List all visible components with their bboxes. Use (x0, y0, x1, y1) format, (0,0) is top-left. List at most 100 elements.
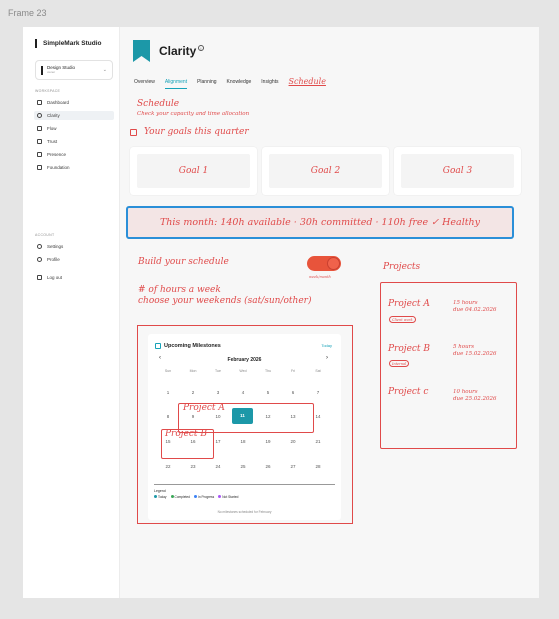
legend-item-label: Today (158, 495, 167, 499)
calendar-day[interactable]: 26 (258, 464, 278, 469)
calendar-day[interactable]: 19 (258, 439, 278, 444)
sidebar-item-label: Trust (47, 139, 58, 144)
flow-icon (37, 126, 42, 131)
project-name[interactable]: Project A (388, 299, 430, 309)
project-name[interactable]: Project c (388, 387, 428, 397)
project-detail: 5 hours due 15.02.2026 (453, 344, 497, 358)
info-icon[interactable]: i (198, 45, 204, 51)
calendar-day[interactable]: 25 (233, 464, 253, 469)
calendar-day[interactable]: 24 (208, 464, 228, 469)
calendar-day[interactable]: 20 (283, 439, 303, 444)
gear-icon (37, 244, 42, 249)
tab-bar: Overview Alignment Planning Knowledge In… (134, 77, 326, 89)
workspace-role: owner (47, 70, 56, 74)
calendar-day[interactable]: 27 (283, 464, 303, 469)
calendar-title: Upcoming Milestones (164, 343, 221, 349)
goal-card[interactable]: Goal 3 (394, 147, 521, 195)
sidebar-item-flow[interactable]: Flow (34, 124, 114, 133)
schedule-subtitle: Check your capacity and time allocation (137, 111, 250, 117)
tab-knowledge[interactable]: Knowledge (227, 79, 252, 89)
sidebar-item-logout[interactable]: Log out (34, 273, 114, 282)
project-b-range-label: Project B (165, 429, 208, 439)
today-link[interactable]: Today (321, 343, 332, 348)
legend-label: Legend (154, 489, 166, 493)
calendar-day[interactable]: 3 (208, 390, 228, 395)
week-month-toggle[interactable] (307, 256, 341, 271)
weekday-header: Mon (189, 369, 197, 373)
legend-item: Today (154, 495, 167, 499)
calendar-day[interactable]: 18 (233, 439, 253, 444)
sidebar-item-label: Presence (47, 152, 67, 157)
sidebar: SimpleMark Studio Design Studio owner ⌄ … (23, 27, 120, 598)
project-due: due 04.02.2026 (453, 307, 497, 313)
workspace-section-label: WORKSPACE (35, 89, 61, 93)
grid-icon (37, 100, 42, 105)
legend-item-label: Completed (174, 495, 190, 499)
weekday-header: Thu (264, 369, 272, 373)
frame-label: Frame 23 (8, 8, 47, 18)
calendar-month: February 2026 (227, 357, 262, 363)
project-name[interactable]: Project B (388, 344, 430, 354)
tab-schedule[interactable]: Schedule (289, 77, 326, 89)
brand-name: SimpleMark Studio (43, 40, 102, 47)
weekday-header: Tue (215, 369, 221, 373)
calendar-day[interactable]: 4 (233, 390, 253, 395)
project-detail: 10 hours due 25.02.2026 (453, 389, 497, 403)
calendar-day[interactable]: 2 (183, 390, 203, 395)
project-tag: Internal (389, 360, 410, 367)
calendar-day[interactable]: 7 (308, 390, 328, 395)
goal-card[interactable]: Goal 2 (262, 147, 389, 195)
goal-card[interactable]: Goal 1 (130, 147, 257, 195)
sidebar-item-label: Log out (47, 275, 63, 280)
clarity-logo-icon (133, 40, 150, 62)
weekend-choice-label: choose your weekends (sat/sun/other) (138, 296, 312, 306)
sidebar-item-dashboard[interactable]: Dashboard (34, 98, 114, 107)
calendar-day[interactable]: 6 (283, 390, 303, 395)
chevron-right-icon[interactable]: › (326, 355, 328, 361)
legend-divider (154, 484, 335, 485)
goal-label: Goal 3 (401, 154, 514, 188)
legend-dot-icon (193, 495, 197, 498)
calendar-icon (155, 343, 161, 349)
tab-alignment[interactable]: Alignment (164, 79, 188, 89)
sidebar-item-settings[interactable]: Settings (34, 242, 114, 251)
calendar-day[interactable]: 5 (258, 390, 278, 395)
project-tag: Client work (389, 316, 416, 323)
tab-overview[interactable]: Overview (134, 79, 155, 89)
legend: Today Completed In Progress Not Started (154, 495, 238, 499)
project-due: due 15.02.2026 (453, 351, 497, 357)
sidebar-item-label: Clarity (47, 113, 60, 118)
calendar-day[interactable]: 1 (158, 390, 178, 395)
legend-item-label: In Progress (197, 495, 215, 499)
weekday-header: Fri (290, 369, 296, 373)
goal-label: Goal 2 (269, 154, 382, 188)
calendar-day[interactable]: 21 (308, 439, 328, 444)
project-hours: 15 hours (453, 300, 478, 306)
calendar-day[interactable]: 8 (158, 414, 178, 419)
calendar-day[interactable]: 23 (183, 464, 203, 469)
chevron-down-icon: ⌄ (102, 67, 107, 73)
legend-item-label: Not Started (222, 495, 239, 499)
legend-item: Completed (170, 495, 190, 499)
megaphone-icon (37, 152, 42, 157)
sidebar-item-profile[interactable]: Profile (34, 255, 114, 264)
schedule-title: Schedule (137, 99, 180, 109)
calendar-empty-message: No milestones scheduled for February (217, 510, 272, 514)
weekday-header: Wed (239, 369, 247, 373)
hours-instructions: # of hours a week choose your weekends (… (138, 285, 311, 307)
sidebar-item-label: Settings (47, 244, 64, 249)
sidebar-item-foundation[interactable]: Foundation (34, 163, 114, 172)
user-icon (37, 257, 42, 262)
legend-item: Not Started (218, 495, 238, 499)
toggle-label: week/month (309, 275, 331, 279)
sidebar-item-presence[interactable]: Presence (34, 150, 114, 159)
calendar-day[interactable]: 22 (158, 464, 178, 469)
sidebar-item-clarity[interactable]: Clarity (34, 111, 114, 120)
calendar-day[interactable]: 28 (308, 464, 328, 469)
tab-insights[interactable]: Insights (261, 79, 278, 89)
workspace-select[interactable]: Design Studio owner ⌄ (35, 60, 113, 80)
tab-planning[interactable]: Planning (197, 79, 216, 89)
sidebar-item-trust[interactable]: Trust (34, 137, 114, 146)
workspace-logo-icon (41, 65, 43, 75)
legend-item: In Progress (193, 495, 215, 499)
